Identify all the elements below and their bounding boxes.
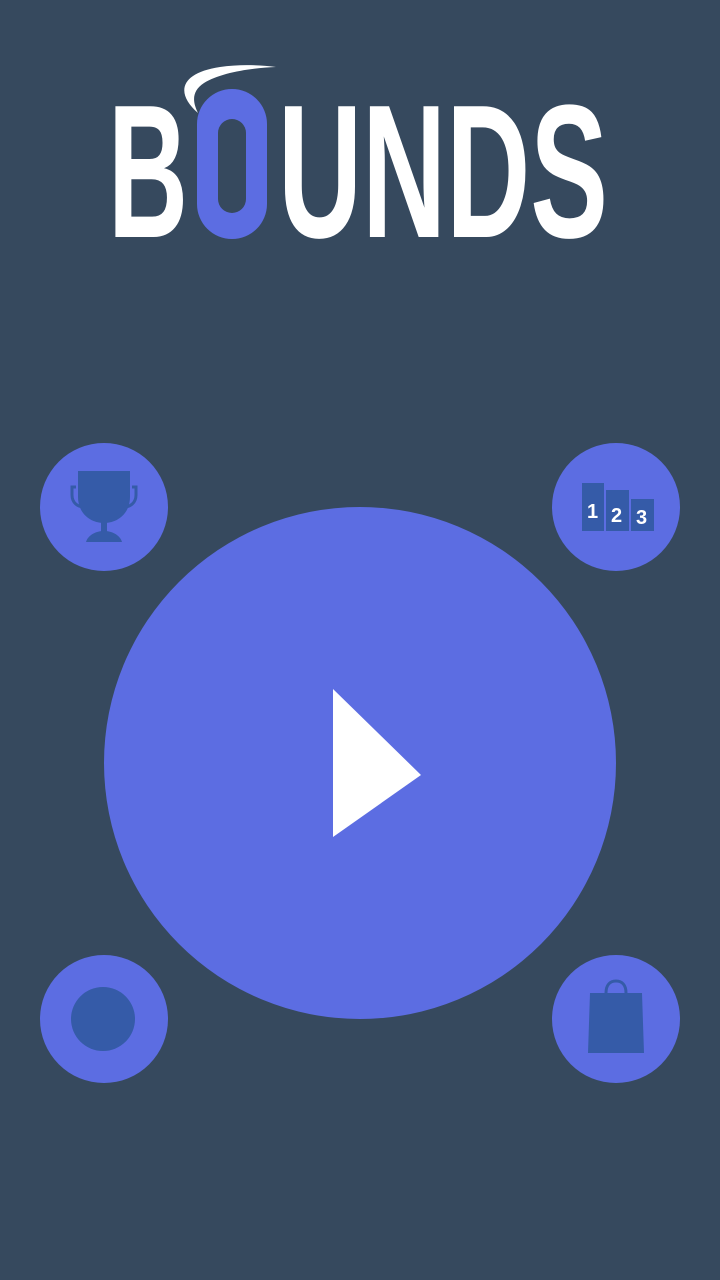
- ball-icon: [71, 987, 135, 1051]
- podium-rank-2: 2: [611, 505, 622, 527]
- achievements-button[interactable]: [40, 443, 168, 571]
- game-logo: B UNDS: [108, 65, 608, 255]
- skins-button[interactable]: [40, 955, 168, 1083]
- shopping-bag-icon: [588, 979, 644, 1053]
- logo-letter-b: B: [108, 66, 188, 255]
- logo-letters-unds: UNDS: [278, 66, 608, 255]
- trophy-icon: [70, 471, 138, 542]
- podium-rank-1: 1: [587, 501, 598, 523]
- play-icon: [333, 689, 421, 837]
- shop-button[interactable]: [552, 955, 680, 1083]
- podium-icon: 1 2 3: [582, 483, 654, 531]
- leaderboard-button[interactable]: 1 2 3: [552, 443, 680, 571]
- podium-rank-3: 3: [636, 507, 647, 529]
- logo-letter-o-hole: [218, 119, 246, 213]
- play-button[interactable]: [104, 507, 616, 1019]
